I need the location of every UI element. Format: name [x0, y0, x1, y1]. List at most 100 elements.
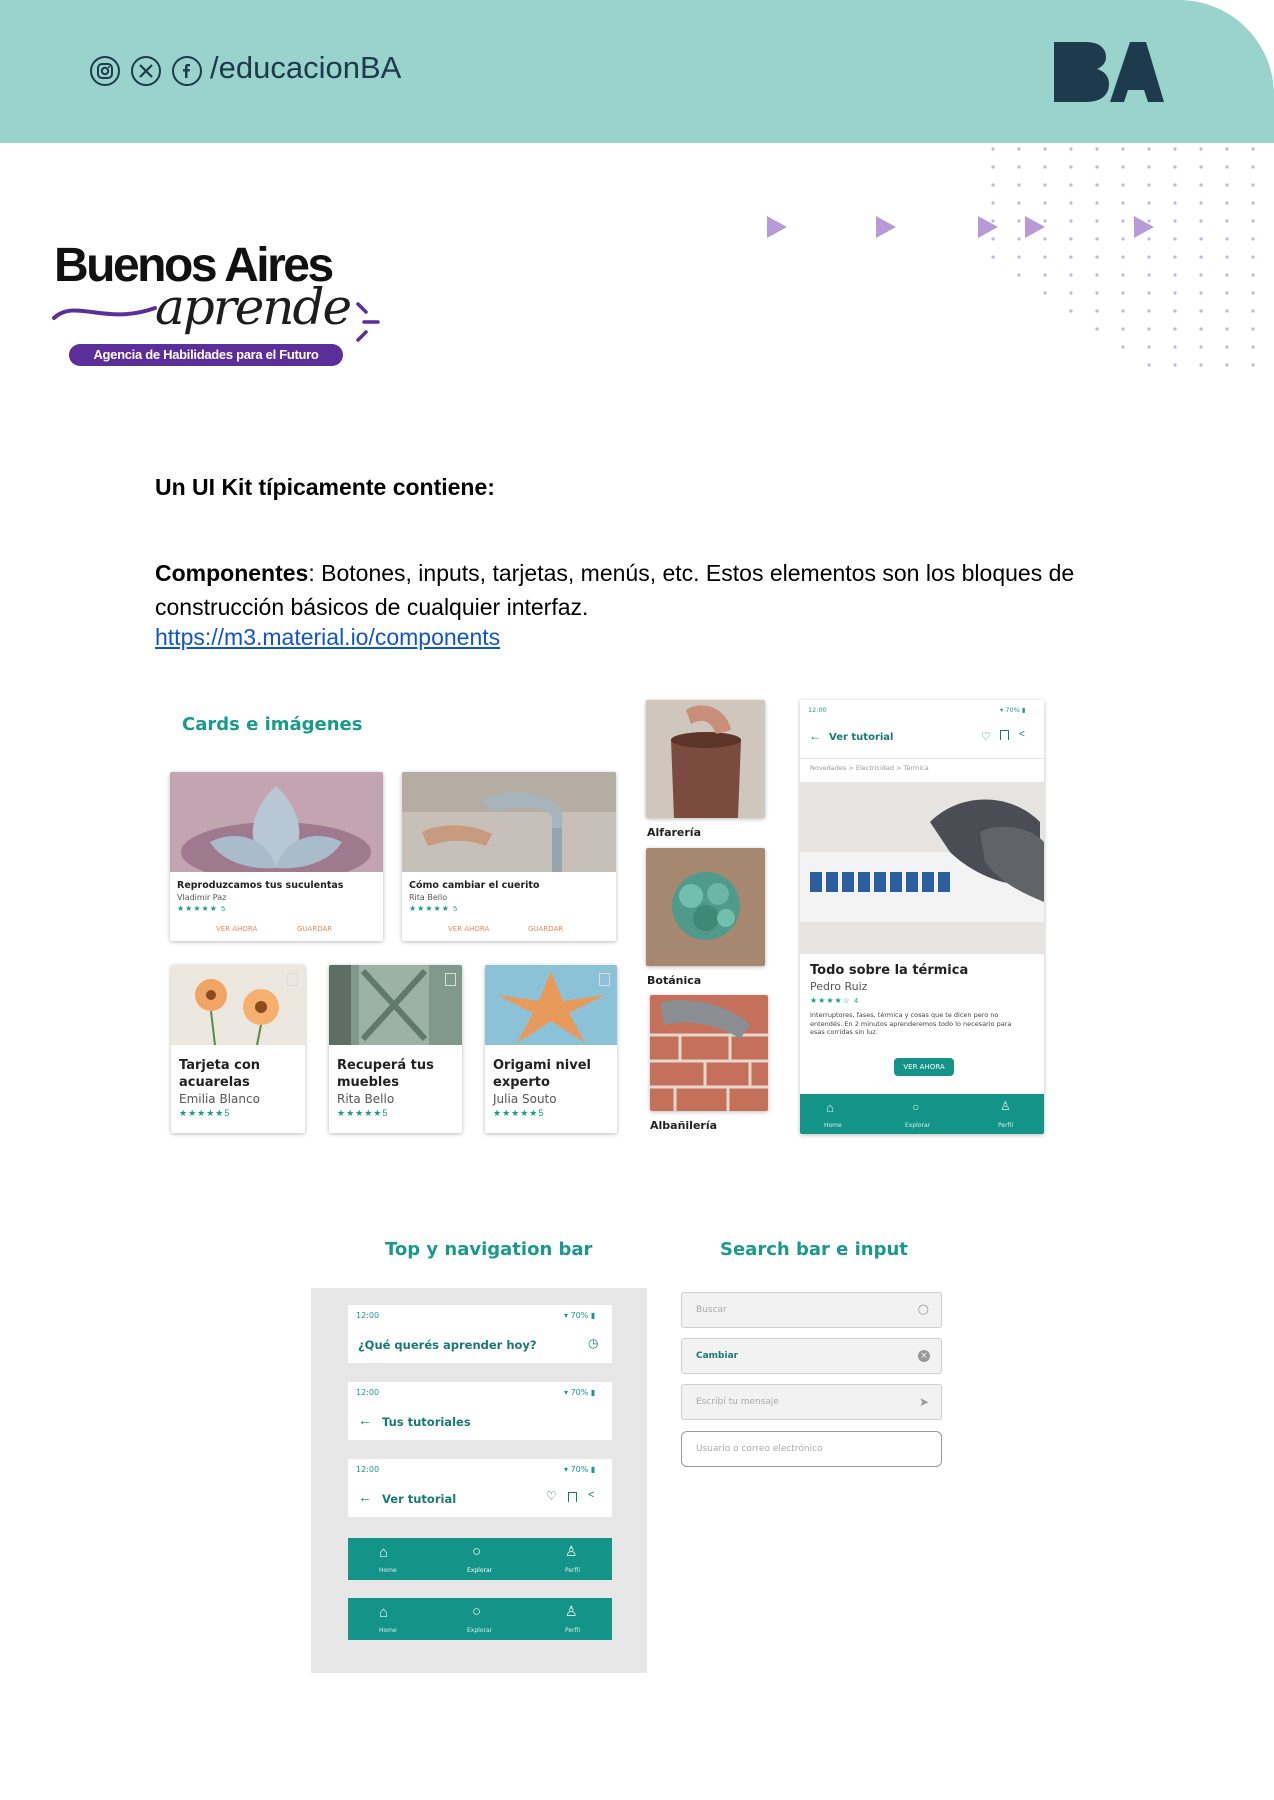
send-icon[interactable]: ➤: [919, 1385, 929, 1419]
category-botany[interactable]: [646, 848, 765, 966]
dot: [1147, 363, 1151, 367]
dot: [1095, 201, 1099, 205]
masonry-image: [650, 995, 768, 1111]
facebook-icon[interactable]: [172, 56, 202, 86]
dot: [1069, 219, 1073, 223]
category-masonry[interactable]: [650, 995, 768, 1111]
search-icon[interactable]: ○: [472, 1543, 481, 1560]
view-now-button[interactable]: VER AHORA: [894, 1058, 954, 1076]
dot: [1043, 255, 1047, 259]
bookmark-icon[interactable]: [568, 1492, 577, 1502]
category-pottery[interactable]: [646, 700, 765, 818]
share-icon[interactable]: <: [1019, 729, 1025, 740]
dot: [1017, 201, 1021, 205]
brand-tagline: Agencia de Habilidades para el Futuro: [69, 344, 343, 366]
card-author: Rita Bello: [337, 1092, 395, 1106]
card-faucet[interactable]: Cómo cambiar el cuerito Rita Bello ★★★★★…: [402, 772, 616, 941]
x-icon[interactable]: [131, 56, 161, 86]
card-succulents[interactable]: Reproduzcamos tus suculentas Vladimir Pa…: [170, 772, 383, 941]
card-title: Tarjeta con acuarelas: [179, 1058, 261, 1090]
dot: [1121, 345, 1125, 349]
components-link[interactable]: https://m3.material.io/components: [155, 624, 500, 651]
dot: [1121, 219, 1125, 223]
divider: [800, 758, 1044, 759]
dot: [1251, 183, 1255, 187]
bookmark-icon[interactable]: [1000, 730, 1009, 740]
card-watercolor[interactable]: Tarjeta con acuarelas Emilia Blanco ★★★★…: [171, 965, 305, 1133]
back-arrow-icon[interactable]: ←: [358, 1412, 372, 1428]
profile-icon[interactable]: ♙: [565, 1543, 578, 1560]
home-icon[interactable]: ⌂: [379, 1604, 388, 1621]
dot: [1017, 183, 1021, 187]
save-button[interactable]: GUARDAR: [528, 925, 563, 933]
clear-icon[interactable]: ×: [918, 1350, 930, 1362]
dot: [1069, 183, 1073, 187]
dot: [1043, 183, 1047, 187]
search-icon[interactable]: ○: [912, 1100, 919, 1114]
bookmark-icon[interactable]: [287, 973, 298, 986]
dot: [1095, 165, 1099, 169]
history-icon[interactable]: ◷: [588, 1336, 598, 1350]
ba-logo: [1052, 40, 1164, 104]
dot: [1251, 165, 1255, 169]
heart-icon[interactable]: ♡: [981, 730, 991, 743]
view-now-button[interactable]: VER AHORA: [448, 925, 489, 933]
instagram-icon[interactable]: [90, 56, 120, 86]
dot: [1251, 273, 1255, 277]
search-icon[interactable]: ○: [918, 1293, 929, 1327]
back-arrow-icon[interactable]: ←: [809, 729, 821, 743]
input-text: Cambiar: [696, 1351, 739, 1361]
search-input[interactable]: Buscar ○: [681, 1292, 942, 1328]
nav-section-title: Top y navigation bar: [385, 1239, 593, 1260]
profile-icon[interactable]: ♙: [565, 1603, 578, 1620]
dot: [1225, 255, 1229, 259]
dot: [1147, 237, 1151, 241]
card-title: Origami nivel experto: [493, 1058, 591, 1090]
dot: [1043, 147, 1047, 151]
dot: [1043, 291, 1047, 295]
dot: [1121, 183, 1125, 187]
bar-title: Ver tutorial: [382, 1492, 457, 1506]
status-time: 12:00: [356, 1311, 380, 1320]
dot: [1199, 237, 1203, 241]
home-icon[interactable]: ⌂: [379, 1544, 388, 1561]
change-input[interactable]: Cambiar ×: [681, 1338, 942, 1374]
share-icon[interactable]: <: [588, 1489, 594, 1501]
card-author: Rita Bello: [409, 893, 448, 902]
heart-icon[interactable]: ♡: [546, 1489, 557, 1503]
dot: [1251, 363, 1255, 367]
card-title: Cómo cambiar el cuerito: [409, 880, 540, 891]
dot: [1199, 255, 1203, 259]
dot: [1147, 219, 1151, 223]
succulent-image: [170, 772, 383, 872]
dot: [1251, 219, 1255, 223]
dot: [1199, 219, 1203, 223]
status-battery: ▾ 70% ▮: [564, 1388, 596, 1397]
dot: [1043, 237, 1047, 241]
card-origami[interactable]: Origami nivel experto Julia Souto ★★★★★5: [485, 965, 617, 1133]
bookmark-icon[interactable]: [445, 973, 456, 986]
profile-icon[interactable]: ♙: [1000, 1099, 1011, 1113]
bookmark-icon[interactable]: [599, 973, 610, 986]
message-input[interactable]: Escribí tu mensaje ➤: [681, 1384, 942, 1420]
username-input[interactable]: Usuario o correo electrónico: [681, 1431, 942, 1467]
dot: [1095, 273, 1099, 277]
dot: [1147, 147, 1151, 151]
dot: [1199, 165, 1203, 169]
dot: [1251, 201, 1255, 205]
view-now-button[interactable]: VER AHORA: [216, 925, 257, 933]
breaker-panel-image: [800, 782, 1044, 954]
section-heading: Un UI Kit típicamente contiene:: [155, 474, 495, 500]
dot: [1251, 345, 1255, 349]
nav-label: Home: [824, 1122, 842, 1129]
nav-label: Perfil: [565, 1567, 581, 1574]
card-furniture[interactable]: Recuperá tus muebles Rita Bello ★★★★★5: [329, 965, 462, 1133]
home-icon[interactable]: ⌂: [826, 1100, 834, 1115]
save-button[interactable]: GUARDAR: [297, 925, 332, 933]
dot: [1225, 273, 1229, 277]
dot: [1069, 291, 1073, 295]
nav-label: Home: [379, 1567, 397, 1574]
social-handle[interactable]: /educacionBA: [210, 50, 401, 86]
back-arrow-icon[interactable]: ←: [358, 1489, 372, 1505]
search-icon[interactable]: ○: [472, 1603, 481, 1620]
